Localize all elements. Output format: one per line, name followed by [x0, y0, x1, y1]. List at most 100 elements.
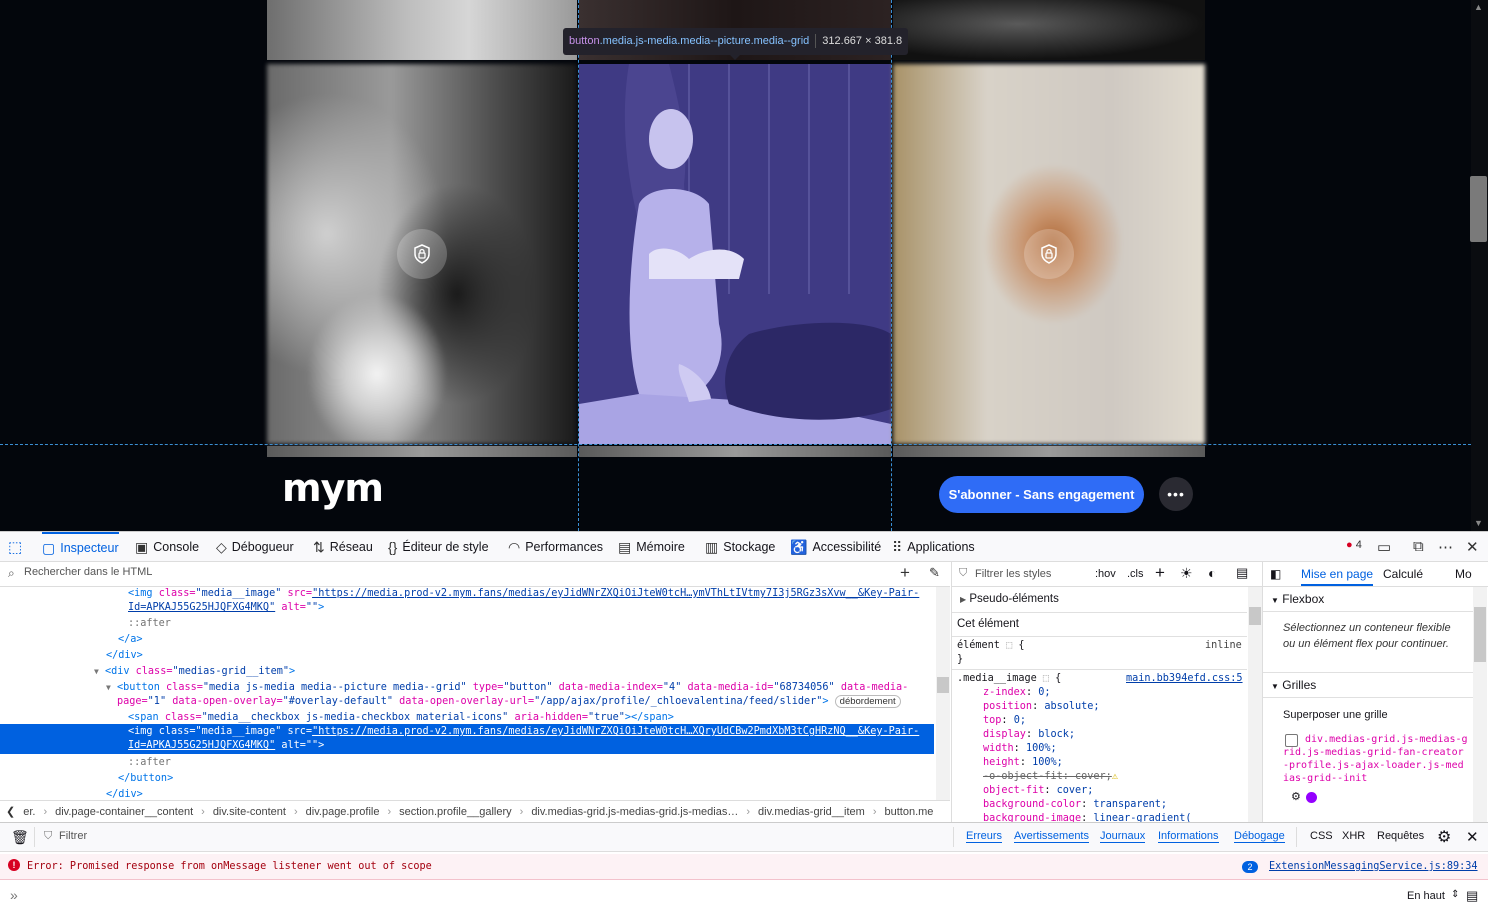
tab-debogueur[interactable]: ◇ Débogueur [216, 532, 294, 562]
breadcrumb-item[interactable]: div.medias-grid.js-medias-grid.js-medias… [531, 806, 738, 818]
breadcrumb-item[interactable]: div.medias-grid__item [758, 806, 865, 818]
sidebar-toggle-icon[interactable]: ▤ [1466, 888, 1478, 904]
filter-logs[interactable]: Journaux [1100, 830, 1146, 843]
eyedropper-icon[interactable]: ✎ [929, 565, 940, 581]
css-property[interactable]: display: block; [983, 728, 1075, 742]
add-node-icon[interactable]: + [900, 563, 910, 583]
add-rule-icon[interactable]: + [1155, 563, 1165, 583]
markup-scrollbar-thumb[interactable] [937, 677, 949, 693]
media-image-rule-selector[interactable]: .media__image ⬚ { [957, 672, 1061, 686]
markup-pseudo-after[interactable]: ::after [128, 617, 171, 631]
trash-icon[interactable]: 🗑 [11, 829, 29, 846]
markup-line[interactable]: <img class="media__image" src="https://m… [128, 587, 919, 601]
markup-line[interactable]: page="1" data-open-overlay="#overlay-def… [117, 695, 901, 709]
console-error-message[interactable]: ! Error: Promised response from onMessag… [0, 854, 1488, 880]
markup-line[interactable]: ▼ <div class="medias-grid__item"> [94, 665, 295, 679]
markup-line[interactable]: Id=APKAJ55G25HJQFXG4MKQ" alt=""> [128, 601, 324, 615]
tab-editeur-de-style[interactable]: {} Éditeur de style [388, 532, 489, 562]
css-property[interactable]: -o-object-fit: cover; ⚠ [983, 770, 1118, 784]
breadcrumb-item[interactable]: div.page.profile [306, 806, 380, 818]
console-filter-input[interactable]: Filtrer [59, 830, 87, 842]
mym-logo[interactable]: mym [282, 466, 384, 510]
expand-triangle-icon[interactable]: ▼ [106, 683, 111, 692]
breadcrumb-item[interactable]: section.profile__gallery [399, 806, 512, 818]
hover-state-toggle[interactable]: :hov [1095, 568, 1116, 580]
overflow-badge[interactable]: débordement [834, 695, 901, 708]
pseudo-elements-toggle[interactable]: ▶ Pseudo-éléments [960, 593, 1059, 605]
sidebar-toggle-icon[interactable]: ◧ [1270, 567, 1281, 581]
media-tile-top-left[interactable] [267, 0, 577, 60]
error-source-link[interactable]: ExtensionMessagingService.js:89:34 [1269, 860, 1478, 874]
element-picker-icon[interactable]: ⬚ [8, 538, 22, 556]
page-scrollbar[interactable] [1471, 0, 1488, 531]
markup-line[interactable]: </a> [118, 633, 143, 647]
rules-scrollbar-thumb[interactable] [1249, 607, 1261, 625]
css-property[interactable]: background-color: transparent; [983, 798, 1167, 812]
tab-more[interactable]: Mo [1455, 567, 1472, 581]
filter-requests[interactable]: Requêtes [1377, 830, 1424, 842]
css-property[interactable]: position: absolute; [983, 700, 1100, 714]
filter-errors[interactable]: Erreurs [966, 830, 1003, 843]
breadcrumb-item[interactable]: er. [23, 806, 35, 818]
styles-filter-input[interactable]: Filtrer les styles [975, 568, 1051, 580]
tab-applications[interactable]: ⠿ Applications [892, 532, 975, 562]
close-icon[interactable]: ✕ [1466, 828, 1479, 846]
more-menu-icon[interactable]: ⋯ [1438, 538, 1453, 556]
page-scrollbar-thumb[interactable] [1470, 176, 1487, 242]
css-property[interactable]: object-fit: cover; [983, 784, 1093, 798]
print-media-icon[interactable]: ▤ [1236, 565, 1248, 581]
markup-line[interactable]: </div> [106, 788, 143, 800]
markup-scrollbar[interactable] [936, 587, 950, 800]
markup-line[interactable]: <span class="media__checkbox js-media-ch… [128, 711, 674, 725]
markup-line[interactable]: ▼ <button class="media js-media media--p… [106, 681, 908, 695]
tab-stockage[interactable]: ▥ Stockage [705, 532, 775, 562]
breadcrumb-item[interactable]: div.site-content [213, 806, 286, 818]
layout-scrollbar-thumb[interactable] [1474, 607, 1486, 662]
tab-accessibilite[interactable]: ♿ Accessibilité [790, 532, 881, 562]
filter-info[interactable]: Informations [1158, 830, 1219, 843]
tab-mise-en-page[interactable]: Mise en page [1301, 567, 1374, 586]
breadcrumb-item[interactable]: button.me [884, 806, 933, 818]
flexbox-section-toggle[interactable]: ▼ Flexbox [1271, 592, 1324, 606]
light-scheme-icon[interactable]: ☀ [1180, 565, 1193, 582]
filter-warnings[interactable]: Avertissements [1014, 830, 1089, 843]
tab-calcule[interactable]: Calculé [1383, 567, 1423, 581]
grid-settings-icon[interactable]: ⚙ [1291, 790, 1301, 803]
grid-color-swatch[interactable] [1306, 792, 1317, 803]
position-label[interactable]: En haut [1407, 890, 1445, 902]
expand-triangle-icon[interactable]: ▼ [94, 667, 99, 676]
gear-icon[interactable]: ⚙ [1437, 827, 1451, 847]
html-search-input[interactable]: Rechercher dans le HTML [24, 566, 152, 578]
sort-arrows-icon[interactable]: ⇕ [1451, 889, 1459, 900]
warning-icon[interactable]: ⚠ [1112, 770, 1118, 784]
breadcrumb-left-arrow-icon[interactable]: ❮ [6, 805, 15, 818]
selected-markup-node[interactable]: <img class="media__image" src="https://m… [0, 724, 934, 754]
grids-section-toggle[interactable]: ▼ Grilles [1271, 678, 1316, 692]
element-rule[interactable]: élément ⬚ { [957, 639, 1025, 653]
markup-line[interactable]: </button> [118, 772, 173, 786]
close-icon[interactable]: ✕ [1466, 538, 1479, 556]
console-input-row[interactable]: » En haut ⇕ ▤ [0, 880, 1488, 913]
markup-pseudo-after[interactable]: ::after [128, 756, 171, 770]
tab-inspecteur[interactable]: ▢ Inspecteur [42, 532, 119, 562]
scroll-down-arrow-icon[interactable]: ▼ [1474, 518, 1483, 528]
breadcrumb-item[interactable]: div.page-container__content [55, 806, 193, 818]
tab-performances[interactable]: ◠ Performances [508, 532, 603, 562]
subscribe-button[interactable]: S'abonner - Sans engagement [939, 476, 1144, 513]
dark-scheme-icon[interactable]: ◐ [1208, 565, 1216, 581]
css-property[interactable]: top: 0; [983, 714, 1026, 728]
filter-css[interactable]: CSS [1310, 830, 1333, 842]
tab-memoire[interactable]: ▤ Mémoire [618, 532, 685, 562]
tab-console[interactable]: ▣ Console [135, 532, 199, 562]
css-property[interactable]: z-index: 0; [983, 686, 1051, 700]
scroll-up-arrow-icon[interactable]: ▲ [1474, 2, 1483, 12]
markup-line[interactable]: </div> [106, 649, 143, 663]
error-count-badge[interactable]: ● 4 [1346, 539, 1362, 551]
more-options-button[interactable]: ••• [1159, 477, 1193, 511]
css-property[interactable]: width: 100%; [983, 742, 1057, 756]
media-tile-highlighted[interactable] [579, 64, 891, 444]
css-property[interactable]: height: 100%; [983, 756, 1063, 770]
filter-xhr[interactable]: XHR [1342, 830, 1365, 842]
filter-debug[interactable]: Débogage [1234, 830, 1285, 843]
stylesheet-source-link[interactable]: main.bb394efd.css:5 [1126, 672, 1243, 686]
